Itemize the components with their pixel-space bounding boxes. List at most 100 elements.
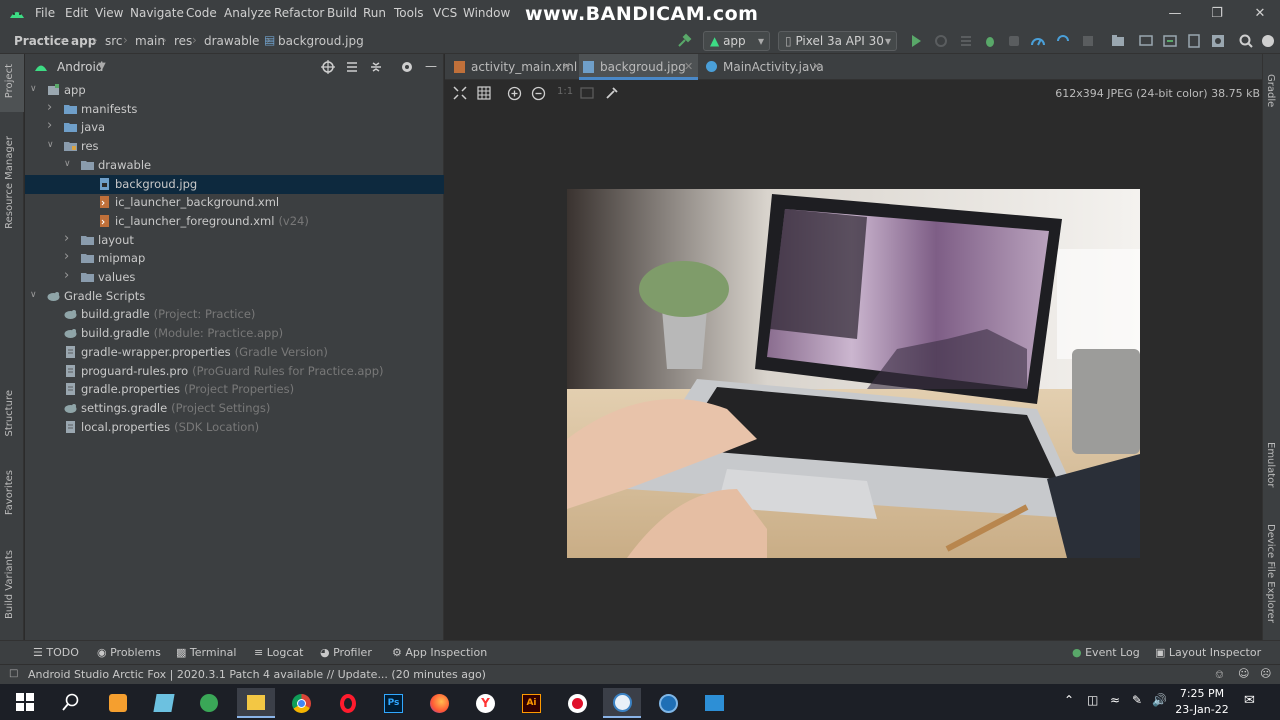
menu-edit[interactable]: Edit	[65, 6, 88, 20]
chevron-up-icon[interactable]: ⌃	[1064, 693, 1074, 707]
chevron-right-icon[interactable]: ›	[47, 100, 57, 115]
gear-icon[interactable]	[400, 60, 414, 74]
menu-code[interactable]: Code	[186, 6, 217, 20]
sync-gradle-icon[interactable]	[1055, 33, 1071, 49]
menu-navigate[interactable]: Navigate	[130, 6, 184, 20]
meet-now-icon[interactable]: ◫	[1087, 693, 1098, 707]
network-icon[interactable]: ≈	[1110, 693, 1120, 707]
zoom-out-icon[interactable]	[531, 86, 546, 101]
attach-debugger-icon[interactable]	[1006, 33, 1022, 49]
tree-item[interactable]: settings.gradle (Project Settings)	[25, 399, 444, 418]
chevron-down-icon[interactable]: ▼	[98, 61, 106, 72]
device-file-explorer-tool-tab[interactable]: Device File Explorer	[1265, 524, 1276, 623]
menu-vcs[interactable]: VCS	[433, 6, 457, 20]
tree-item[interactable]: ∨ Gradle Scripts	[25, 287, 444, 306]
taskbar-file-explorer[interactable]	[237, 688, 275, 718]
search-icon[interactable]	[1238, 33, 1254, 49]
taskbar-clock[interactable]: 7:25 PM 23-Jan-22	[1172, 686, 1232, 718]
grid-icon[interactable]	[477, 86, 491, 100]
taskbar-opera[interactable]	[329, 688, 367, 718]
search-icon[interactable]	[62, 693, 80, 711]
chevron-right-icon[interactable]: ›	[64, 231, 74, 246]
run-icon[interactable]	[908, 33, 924, 49]
taskbar-photoshop[interactable]: Ps	[374, 688, 412, 718]
hammer-build-icon[interactable]	[676, 33, 692, 49]
tree-item[interactable]: › mipmap	[25, 249, 444, 268]
taskbar-bandicam[interactable]	[558, 688, 596, 718]
todo-tool-tab[interactable]: ☰ TODO	[33, 646, 79, 659]
profiler-tool-tab[interactable]: ◕ Profiler	[320, 646, 372, 659]
zoom-to-fit-icon[interactable]	[453, 86, 467, 100]
color-picker-icon[interactable]	[605, 86, 619, 100]
menu-tools[interactable]: Tools	[394, 6, 424, 20]
project-structure-icon[interactable]	[1110, 33, 1126, 49]
taskbar-chrome[interactable]	[282, 688, 320, 718]
settings-sync-icon[interactable]	[1260, 33, 1276, 49]
gradle-tool-tab[interactable]: Gradle	[1265, 74, 1276, 107]
project-tool-tab[interactable]: Project	[0, 54, 24, 112]
breadcrumb-item[interactable]: res	[174, 34, 192, 48]
tree-item[interactable]: build.gradle (Project: Practice)	[25, 305, 444, 324]
menu-analyze[interactable]: Analyze	[224, 6, 271, 20]
notifications-icon[interactable]: ✉	[1244, 693, 1255, 708]
emulator-tool-tab[interactable]: Emulator	[1265, 442, 1276, 487]
resource-manager-tool-tab[interactable]: Resource Manager	[4, 136, 15, 229]
event-log-tool-tab[interactable]: ● Event Log	[1072, 646, 1140, 659]
tree-item[interactable]: › layout	[25, 231, 444, 250]
breadcrumb-item[interactable]: main	[135, 34, 165, 48]
minimize-button[interactable]: —	[1160, 4, 1190, 24]
expand-all-icon[interactable]	[345, 60, 359, 74]
breadcrumb-item[interactable]: backgroud.jpg	[278, 34, 364, 48]
taskbar-edge[interactable]	[190, 688, 228, 718]
pen-icon[interactable]: ✎	[1132, 693, 1142, 707]
chevron-right-icon[interactable]: ›	[47, 118, 57, 133]
taskbar-yandex[interactable]: Y	[466, 688, 504, 718]
app-inspection-tool-tab[interactable]: ⚙ App Inspection	[392, 646, 487, 659]
hide-panel-button[interactable]: —	[425, 59, 437, 73]
tree-item[interactable]: › manifests	[25, 100, 444, 119]
menu-file[interactable]: File	[35, 6, 55, 20]
apply-code-changes-icon[interactable]	[958, 33, 974, 49]
layout-inspector-tool-tab[interactable]: ▣ Layout Inspector	[1155, 646, 1261, 659]
menu-view[interactable]: View	[95, 6, 123, 20]
apply-changes-restart-icon[interactable]	[933, 33, 949, 49]
breadcrumb-item[interactable]: src	[105, 34, 123, 48]
sdk-manager-icon[interactable]	[1162, 33, 1178, 49]
tree-item[interactable]: ∨ drawable	[25, 156, 444, 175]
avd-manager-icon[interactable]	[1186, 33, 1202, 49]
build-variants-tool-tab[interactable]: Build Variants	[4, 550, 15, 619]
feedback-smile-icon[interactable]: ☺	[1238, 667, 1249, 680]
windows-start-icon[interactable]	[16, 693, 34, 711]
status-message[interactable]: Android Studio Arctic Fox | 2020.3.1 Pat…	[28, 668, 486, 681]
tree-item[interactable]: ic_launcher_foreground.xml (v24)	[25, 212, 444, 231]
taskbar-photos[interactable]	[695, 688, 733, 718]
menu-refactor[interactable]: Refactor	[274, 6, 324, 20]
menu-window[interactable]: Window	[463, 6, 510, 20]
taskbar-app-2[interactable]	[649, 688, 687, 718]
zoom-in-icon[interactable]	[507, 86, 522, 101]
tree-item[interactable]: gradle.properties (Project Properties)	[25, 380, 444, 399]
background-chessboard-icon[interactable]	[580, 86, 594, 100]
plugin-icon[interactable]	[1210, 33, 1226, 49]
chevron-down-icon[interactable]: ∨	[47, 140, 57, 150]
profile-icon[interactable]	[1030, 33, 1046, 49]
taskbar-firefox[interactable]	[420, 688, 458, 718]
tree-item[interactable]: gradle-wrapper.properties (Gradle Version…	[25, 343, 444, 362]
lock-icon[interactable]: ⎊	[1215, 668, 1224, 682]
chevron-right-icon[interactable]: ›	[64, 268, 74, 283]
logcat-tool-tab[interactable]: ≡ Logcat	[254, 646, 303, 659]
favorites-tool-tab[interactable]: Favorites	[4, 470, 15, 515]
tree-item[interactable]: ic_launcher_background.xml	[25, 193, 444, 212]
locate-icon[interactable]	[321, 60, 335, 74]
problems-tool-tab[interactable]: ◉ Problems	[97, 646, 161, 659]
chevron-down-icon[interactable]: ∨	[30, 84, 40, 94]
project-view-select[interactable]: Android	[57, 60, 103, 74]
tree-item[interactable]: local.properties (SDK Location)	[25, 418, 444, 437]
tree-item[interactable]: proguard-rules.pro (ProGuard Rules for Pr…	[25, 362, 444, 381]
feedback-frown-icon[interactable]: ☹	[1260, 667, 1271, 680]
breadcrumb-item[interactable]: drawable	[204, 34, 259, 48]
menu-build[interactable]: Build	[327, 6, 357, 20]
taskbar-sublime-text[interactable]	[99, 688, 137, 718]
taskbar-illustrator[interactable]: Ai	[512, 688, 550, 718]
collapse-all-icon[interactable]	[369, 60, 383, 74]
